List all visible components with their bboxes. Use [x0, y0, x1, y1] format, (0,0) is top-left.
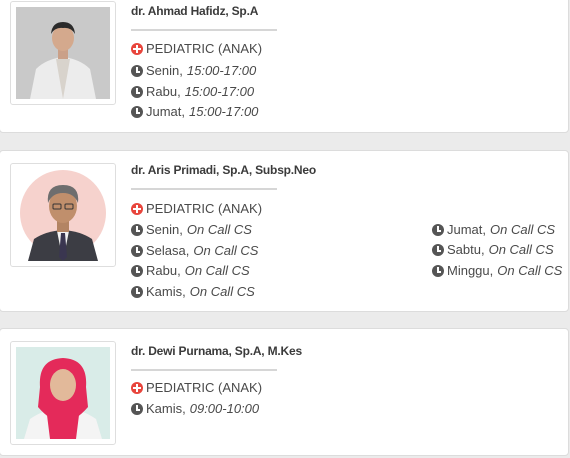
specialty: PEDIATRIC (ANAK) [131, 41, 262, 56]
clock-icon [131, 64, 143, 77]
doctor-name[interactable]: dr. Dewi Purnama, Sp.A, M.Kes [131, 344, 302, 358]
schedule-item: Senin, 15:00-17:00 [131, 63, 256, 78]
specialty: PEDIATRIC (ANAK) [131, 380, 262, 395]
doctor-card[interactable]: dr. Dewi Purnama, Sp.A, M.Kes PEDIATRIC … [0, 328, 569, 456]
clock-icon [131, 223, 143, 236]
schedule-item: Minggu, On Call CS [432, 263, 562, 278]
schedule-item: Rabu, On Call CS [131, 263, 250, 278]
schedule-day: Sabtu, [447, 242, 485, 257]
clock-icon [432, 223, 444, 236]
schedule-day: Kamis, [146, 284, 186, 299]
doctor-photo[interactable] [10, 163, 116, 267]
schedule-item: Jumat, 15:00-17:00 [131, 104, 258, 119]
specialty: PEDIATRIC (ANAK) [131, 201, 262, 216]
schedule-time: On Call CS [193, 243, 259, 258]
clock-icon [432, 243, 444, 256]
schedule-day: Senin, [146, 222, 183, 237]
doctor-card[interactable]: dr. Ahmad Hafidz, Sp.A PEDIATRIC (ANAK) … [0, 0, 569, 133]
medical-cross-icon [131, 381, 143, 394]
name-divider [131, 369, 277, 371]
name-divider [131, 188, 277, 190]
schedule-time: 15:00-17:00 [186, 63, 257, 78]
schedule-day: Jumat, [447, 222, 487, 237]
schedule-time: On Call CS [488, 242, 554, 257]
doctor-photo-image [16, 7, 110, 99]
doctor-card[interactable]: dr. Aris Primadi, Sp.A, Subsp.Neo PEDIAT… [0, 150, 569, 312]
schedule-time: On Call CS [184, 263, 250, 278]
schedule-day: Rabu, [146, 84, 181, 99]
clock-icon [432, 264, 444, 277]
schedule-day: Senin, [146, 63, 183, 78]
clock-icon [131, 402, 143, 415]
specialty-label: PEDIATRIC (ANAK) [146, 41, 263, 56]
schedule-day: Rabu, [146, 263, 181, 278]
doctor-photo-image [16, 169, 110, 261]
schedule-time: On Call CS [186, 222, 252, 237]
schedule-time: On Call CS [189, 284, 255, 299]
schedule-time: 15:00-17:00 [184, 84, 255, 99]
schedule-day: Minggu, [447, 263, 494, 278]
schedule-item: Rabu, 15:00-17:00 [131, 84, 254, 99]
specialty-label: PEDIATRIC (ANAK) [146, 380, 263, 395]
schedule-time: 09:00-10:00 [189, 401, 260, 416]
name-divider [131, 29, 277, 31]
schedule-item: Kamis, On Call CS [131, 284, 255, 299]
schedule-day: Selasa, [146, 243, 190, 258]
medical-cross-icon [131, 42, 143, 55]
schedule-item: Sabtu, On Call CS [432, 242, 554, 257]
doctor-name[interactable]: dr. Ahmad Hafidz, Sp.A [131, 4, 258, 18]
schedule-time: 15:00-17:00 [189, 104, 259, 119]
schedule-item: Kamis, 09:00-10:00 [131, 401, 259, 416]
schedule-day: Kamis, [146, 401, 186, 416]
clock-icon [131, 105, 143, 118]
clock-icon [131, 264, 143, 277]
clock-icon [131, 285, 143, 298]
doctor-photo[interactable] [10, 341, 116, 445]
specialty-label: PEDIATRIC (ANAK) [146, 201, 263, 216]
schedule-item: Selasa, On Call CS [131, 243, 258, 258]
schedule-time: On Call CS [490, 222, 556, 237]
clock-icon [131, 244, 143, 257]
doctor-photo-image [16, 347, 110, 439]
doctor-photo[interactable] [10, 1, 116, 105]
schedule-item: Jumat, On Call CS [432, 222, 555, 237]
clock-icon [131, 85, 143, 98]
doctor-name[interactable]: dr. Aris Primadi, Sp.A, Subsp.Neo [131, 163, 316, 177]
medical-cross-icon [131, 202, 143, 215]
schedule-item: Senin, On Call CS [131, 222, 252, 237]
schedule-day: Jumat, [146, 104, 186, 119]
schedule-time: On Call CS [497, 263, 563, 278]
